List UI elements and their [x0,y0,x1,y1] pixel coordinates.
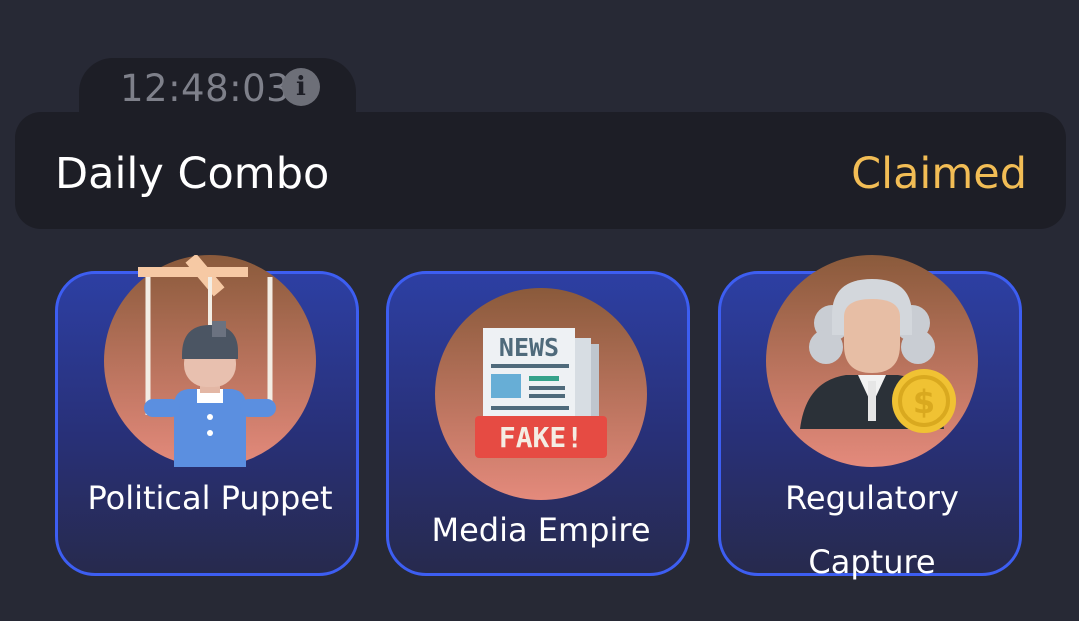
fake-news-newspaper-icon: NEWS FAKE! [435,288,647,500]
news-headline-text: NEWS [499,333,559,362]
judge-with-coin-icon: $ [766,255,978,467]
fake-badge-text: FAKE! [499,421,583,454]
marionette-puppet-icon [104,255,316,467]
card-label-regulatory-capture: Regulatory Capture [785,479,959,581]
daily-combo-status: Claimed [851,149,1027,199]
countdown-timer: 12:48:03 [120,67,291,110]
card-label-political-puppet: Political Puppet [87,479,333,517]
daily-combo-title: Daily Combo [55,149,330,199]
info-icon[interactable]: i [282,68,320,106]
coin-dollar-text: $ [913,383,935,421]
card-label-media-empire: Media Empire [431,511,651,549]
